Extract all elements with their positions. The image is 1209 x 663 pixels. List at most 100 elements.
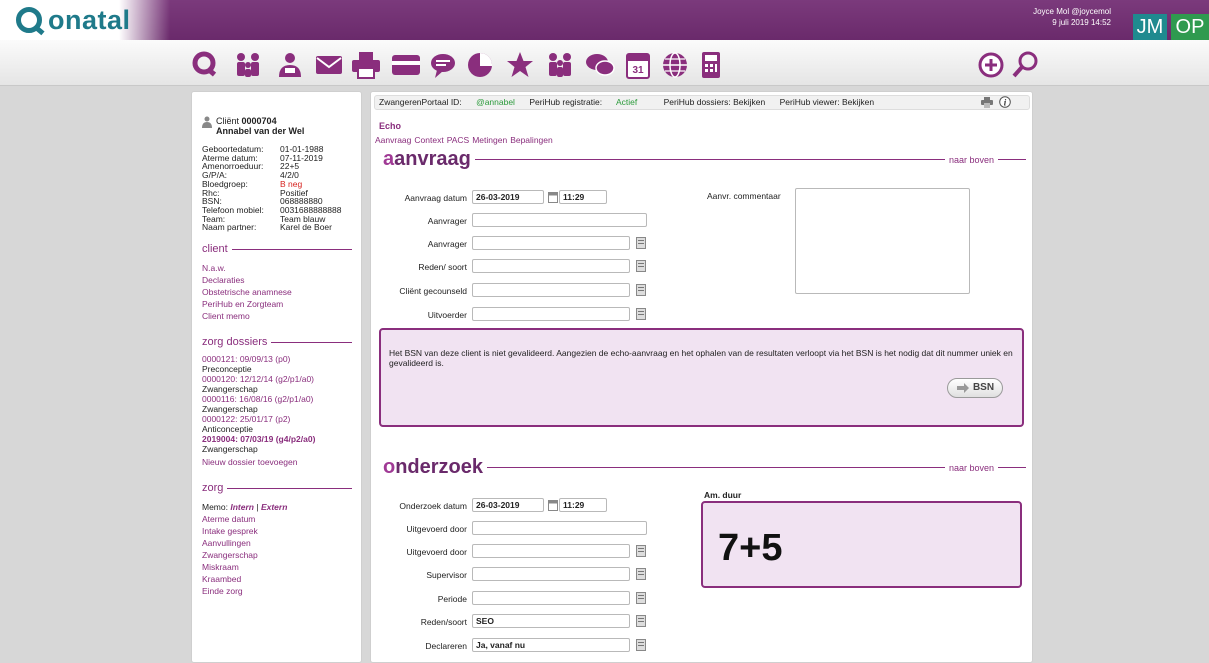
dossier-type: Zwangerschap <box>202 383 258 394</box>
echo-title: Echo <box>379 121 402 131</box>
onatal-q-icon[interactable] <box>190 50 220 80</box>
gecounseld-input[interactable] <box>472 283 630 297</box>
aanvraag-calendar-icon[interactable] <box>548 191 558 203</box>
chat-bubble-icon[interactable] <box>428 50 458 80</box>
client-nav-link[interactable]: Declaraties <box>202 274 352 286</box>
client-nav-link[interactable]: PeriHub en Zorgteam <box>202 298 352 310</box>
declareren-input[interactable]: Ja, vanaf nu <box>472 638 630 652</box>
client-nav-link[interactable]: N.a.w. <box>202 262 352 274</box>
portal-bar: ZwangerenPortaal ID: @annabel PeriHub re… <box>374 95 1030 110</box>
onderzoek-datum-input[interactable]: 26-03-2019 <box>472 498 544 512</box>
aanvraag-naar-boven-link[interactable]: naar boven <box>949 155 994 165</box>
onderzoek-calendar-icon[interactable] <box>548 499 558 511</box>
zp-id-link[interactable]: @annabel <box>476 97 515 107</box>
onderzoek-reden-input[interactable]: SEO <box>472 614 630 628</box>
aanvrager-input-1[interactable] <box>472 213 647 227</box>
section-zorg: zorg <box>202 482 352 494</box>
uitvoerder-input[interactable] <box>472 307 630 321</box>
aanvraag-tijd-input[interactable]: 11:29 <box>559 190 607 204</box>
dossier-item[interactable]: 0000121: 09/09/13 (p0) Preconceptie <box>202 354 352 374</box>
zorg-nav-link[interactable]: Intake gesprek <box>202 525 352 537</box>
perihub-dossiers-link[interactable]: PeriHub dossiers: Bekijken <box>664 97 766 107</box>
aanvrager-lookup-icon[interactable] <box>636 237 646 249</box>
periode-lookup-icon[interactable] <box>636 592 646 604</box>
echo-tab[interactable]: Metingen <box>472 135 507 145</box>
dossier-code-link[interactable]: 0000120: 12/12/14 (g2/p1/a0) <box>202 374 314 384</box>
memo-extern-link[interactable]: Extern <box>261 502 287 512</box>
gecounseld-lookup-icon[interactable] <box>636 284 646 296</box>
dossier-item[interactable]: 0000120: 12/12/14 (g2/p1/a0) Zwangerschap <box>202 374 352 394</box>
search-icon[interactable] <box>1010 50 1040 80</box>
dossier-code-link[interactable]: 2019004: 07/03/19 (g4/p2/a0) <box>202 434 315 444</box>
info-icon[interactable]: i <box>999 96 1011 108</box>
supervisor-lookup-icon[interactable] <box>636 568 646 580</box>
echo-tab[interactable]: PACS <box>447 135 470 145</box>
client-header: Cliënt 0000704 Annabel van der Wel <box>202 116 352 136</box>
add-icon[interactable] <box>976 50 1006 80</box>
globe-icon[interactable] <box>660 50 690 80</box>
zorg-nav-link[interactable]: Miskraam <box>202 561 352 573</box>
dossier-item[interactable]: 0000122: 25/01/17 (p2) Anticonceptie <box>202 414 352 434</box>
print-icon[interactable] <box>981 97 993 108</box>
client-nav-link[interactable]: Client memo <box>202 310 352 322</box>
calendar-icon[interactable]: 31 <box>624 50 652 80</box>
dossier-code-link[interactable]: 0000122: 25/01/17 (p2) <box>202 414 290 424</box>
mail-icon[interactable] <box>313 50 345 80</box>
echo-tab[interactable]: Bepalingen <box>510 135 553 145</box>
onderzoek-naar-boven-link[interactable]: naar boven <box>949 463 994 473</box>
family-icon[interactable] <box>232 50 264 80</box>
dossier-code-link[interactable]: 0000121: 09/09/13 (p0) <box>202 354 290 364</box>
declareren-label: Declareren <box>425 641 467 651</box>
aanvrager-input-2[interactable] <box>472 236 630 250</box>
zorg-nav-link[interactable]: Einde zorg <box>202 585 352 597</box>
new-dossier-link[interactable]: Nieuw dossier toevoegen <box>202 456 352 468</box>
uitgevoerd-input-2[interactable] <box>472 544 630 558</box>
echo-tab[interactable]: Context <box>414 135 443 145</box>
zorg-nav-link[interactable]: Kraambed <box>202 573 352 585</box>
user-initials-badge[interactable]: JM <box>1133 14 1167 40</box>
client-links: N.a.w. Declaraties Obstetrische anamnese Pe… <box>202 262 352 322</box>
zorg-nav-link[interactable]: Aterme datum <box>202 513 352 525</box>
bsn-button[interactable]: BSN <box>947 378 1003 398</box>
onderzoek-reden-lookup-icon[interactable] <box>636 615 646 627</box>
conversation-icon[interactable] <box>584 50 616 80</box>
card-icon[interactable] <box>390 50 422 80</box>
chart-icon[interactable] <box>465 50 495 80</box>
uitvoerder-lookup-icon[interactable] <box>636 308 646 320</box>
commentaar-textarea[interactable] <box>795 188 970 294</box>
zorg-nav-link[interactable]: Aanvullingen <box>202 537 352 549</box>
star-icon[interactable] <box>505 50 535 80</box>
echo-tab[interactable]: Aanvraag <box>375 135 411 145</box>
dossier-code-link[interactable]: 0000116: 16/08/16 (g2/p1/a0) <box>202 394 313 404</box>
aanvraag-datum-input[interactable]: 26-03-2019 <box>472 190 544 204</box>
logo[interactable]: onatal <box>0 0 170 40</box>
team-icon[interactable] <box>544 50 576 80</box>
op-badge[interactable]: OP <box>1171 14 1209 40</box>
section-dossiers-title: zorg dossiers <box>202 336 268 349</box>
zorg-nav-link[interactable]: Zwangerschap <box>202 549 352 561</box>
memo-intern-link[interactable]: Intern <box>230 502 254 512</box>
dossier-item[interactable]: 0000116: 16/08/16 (g2/p1/a0) Zwangerschap <box>202 394 352 414</box>
dossier-item[interactable]: 2019004: 07/03/19 (g4/p2/a0) Zwangerschap <box>202 434 352 454</box>
printer-icon[interactable] <box>350 50 382 80</box>
reden-lookup-icon[interactable] <box>636 260 646 272</box>
main-toolbar: 31 <box>0 40 1209 86</box>
supervisor-input[interactable] <box>472 567 630 581</box>
uitvoerder-row: Uitvoerder <box>371 307 671 323</box>
calculator-icon[interactable] <box>698 50 724 80</box>
uitgevoerd-input-1[interactable] <box>472 521 647 535</box>
aanvraag-title-first: a <box>383 148 395 170</box>
uitgevoerd-lookup-icon[interactable] <box>636 545 646 557</box>
uitvoerder-label: Uitvoerder <box>427 310 467 320</box>
declareren-lookup-icon[interactable] <box>636 639 646 651</box>
person-icon[interactable] <box>275 50 305 80</box>
onderzoek-tijd-input[interactable]: 11:29 <box>559 498 607 512</box>
periode-row: Periode <box>371 591 671 607</box>
memo-row: Memo: Intern | Extern <box>202 501 352 513</box>
periode-input[interactable] <box>472 591 630 605</box>
perihub-viewer-link[interactable]: PeriHub viewer: Bekijken <box>780 97 874 107</box>
client-sidebar: Cliënt 0000704 Annabel van der Wel Geboo… <box>191 91 362 663</box>
client-nav-link[interactable]: Obstetrische anamnese <box>202 286 352 298</box>
reden-input[interactable] <box>472 259 630 273</box>
dossier-type: Preconceptie <box>202 363 252 374</box>
